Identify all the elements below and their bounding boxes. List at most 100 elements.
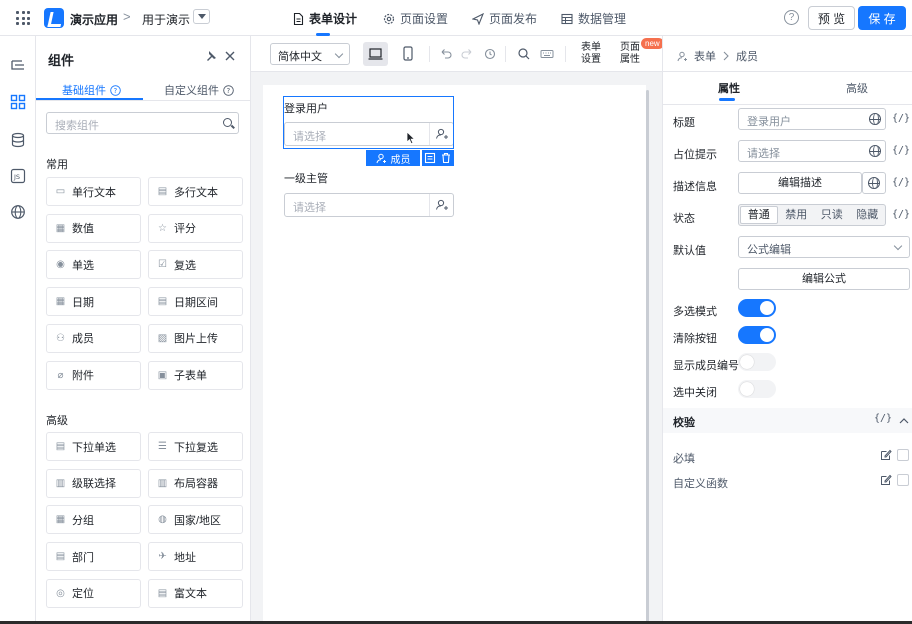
form-canvas[interactable] xyxy=(263,85,646,624)
component-item[interactable]: ⌀ 附件 xyxy=(46,360,141,390)
first-manager-input[interactable]: 请选择 xyxy=(284,193,454,217)
component-item[interactable]: ▤ 部门 xyxy=(46,542,141,572)
close-icon[interactable] xyxy=(225,51,235,61)
page-properties-button[interactable]: 页面 属性 xyxy=(620,42,640,66)
desc-i18n-button[interactable] xyxy=(862,172,886,194)
component-item[interactable]: ▣ 子表单 xyxy=(148,360,243,390)
mobile-icon[interactable] xyxy=(399,45,417,63)
component-item[interactable]: ▤ 日期区间 xyxy=(148,287,243,317)
component-item[interactable]: ◉ 单选 xyxy=(46,250,141,280)
components-icon[interactable] xyxy=(10,94,26,110)
tab-custom-components[interactable]: 自定义组件 ? xyxy=(164,82,234,98)
component-item[interactable]: ⚇ 成员 xyxy=(46,323,141,353)
show-member-id-switch[interactable] xyxy=(738,353,776,371)
component-item[interactable]: ▤ 多行文本 xyxy=(148,177,243,206)
preview-button[interactable]: 预 览 xyxy=(808,6,855,30)
clear-button-switch[interactable] xyxy=(738,326,776,344)
component-item[interactable]: ✈ 地址 xyxy=(148,542,243,572)
state-normal[interactable]: 普通 xyxy=(740,206,778,224)
component-item[interactable]: ▥ 布局容器 xyxy=(148,468,243,498)
left-rail: JS xyxy=(0,36,36,624)
edit-icon[interactable] xyxy=(880,474,892,486)
component-item[interactable]: ▤ 富文本 xyxy=(148,578,243,608)
member-picker-addon[interactable] xyxy=(429,194,453,216)
tab-page-settings[interactable]: 页面设置 xyxy=(383,10,448,27)
app-subtitle[interactable]: 用于演示 xyxy=(142,11,190,28)
tab-form-design[interactable]: 表单设计 xyxy=(293,10,357,27)
tab-data-management[interactable]: 数据管理 xyxy=(561,10,626,27)
component-item[interactable]: ◍ 国家/地区 xyxy=(148,505,243,535)
divider xyxy=(36,100,251,101)
component-search-input[interactable]: 搜索组件 xyxy=(46,112,239,134)
state-disabled[interactable]: 禁用 xyxy=(779,205,815,225)
desktop-view-button[interactable] xyxy=(363,42,388,66)
outline-tree-icon[interactable] xyxy=(10,58,26,74)
chevron-up-icon[interactable] xyxy=(899,417,909,424)
formula-icon[interactable]: {/} xyxy=(892,177,910,188)
edit-description-button[interactable]: 编辑描述 xyxy=(738,172,862,194)
input-placeholder: 请选择 xyxy=(293,202,326,214)
language-select[interactable]: 简体中文 xyxy=(270,43,350,65)
component-item[interactable]: ☆ 评分 xyxy=(148,213,243,243)
keyboard-icon[interactable] xyxy=(538,45,556,63)
redo-icon[interactable] xyxy=(458,45,476,63)
component-label: 单行文本 xyxy=(72,186,116,199)
canvas-scrollbar[interactable] xyxy=(646,90,649,624)
component-item[interactable]: ▦ 数值 xyxy=(46,213,141,243)
multi-select-switch[interactable] xyxy=(738,299,776,317)
component-item[interactable]: ▦ 分组 xyxy=(46,505,141,535)
breadcrumb-form[interactable]: 表单 xyxy=(694,48,716,64)
formula-icon[interactable]: {/} xyxy=(892,145,910,156)
help-icon[interactable]: ? xyxy=(784,10,799,25)
selected-field-type-tag[interactable]: 成员 xyxy=(366,150,420,166)
placeholder-input[interactable]: 请选择 xyxy=(738,140,886,162)
globe-icon[interactable] xyxy=(869,113,881,125)
save-button[interactable]: 保 存 xyxy=(858,6,906,30)
component-label: 图片上传 xyxy=(174,333,218,346)
tab-page-publish[interactable]: 页面发布 xyxy=(472,10,537,27)
copy-icon[interactable] xyxy=(424,152,436,164)
tab-basic-components[interactable]: 基础组件 ? xyxy=(62,82,121,98)
tab-properties[interactable]: 属性 xyxy=(718,80,740,96)
section-label: 常用 xyxy=(46,159,68,171)
component-item[interactable]: ▤ 下拉单选 xyxy=(46,432,141,461)
state-readonly[interactable]: 只读 xyxy=(814,205,850,225)
page-props-line2: 属性 xyxy=(620,54,640,65)
formula-icon[interactable]: {/} xyxy=(874,413,892,424)
app-name[interactable]: 演示应用 xyxy=(70,11,118,28)
edit-icon[interactable] xyxy=(880,449,892,461)
pin-icon[interactable] xyxy=(205,50,217,62)
default-value-select[interactable]: 公式编辑 xyxy=(738,236,910,258)
component-item[interactable]: ◎ 定位 xyxy=(46,578,141,608)
radio-icon: ◉ xyxy=(56,259,65,271)
app-grid-icon[interactable] xyxy=(16,11,30,25)
state-hidden[interactable]: 隐藏 xyxy=(850,205,886,225)
component-item[interactable]: ☑ 复选 xyxy=(148,250,243,280)
component-item[interactable]: ▨ 图片上传 xyxy=(148,323,243,353)
custom-function-checkbox[interactable] xyxy=(897,474,909,486)
component-item[interactable]: ▥ 级联选择 xyxy=(46,468,141,498)
edit-formula-button[interactable]: 编辑公式 xyxy=(738,268,910,290)
component-label: 复选 xyxy=(174,259,196,272)
formula-icon[interactable]: {/} xyxy=(892,209,910,220)
component-item[interactable]: ☰ 下拉复选 xyxy=(148,432,243,461)
undo-icon[interactable] xyxy=(437,45,455,63)
app-switch-dropdown[interactable] xyxy=(193,9,210,24)
title-input[interactable]: 登录用户 xyxy=(738,108,886,130)
required-checkbox[interactable] xyxy=(897,449,909,461)
formula-icon[interactable]: {/} xyxy=(892,113,910,124)
globe-icon[interactable] xyxy=(10,204,26,220)
form-settings-button[interactable]: 表单 设置 xyxy=(581,42,601,66)
tab-advanced[interactable]: 高级 xyxy=(846,80,868,96)
validation-section-header[interactable]: 校验 {/} xyxy=(663,408,912,433)
search-icon[interactable] xyxy=(515,45,533,63)
history-icon[interactable] xyxy=(481,45,499,63)
js-icon[interactable]: JS xyxy=(10,168,26,184)
database-icon[interactable] xyxy=(10,132,26,148)
delete-icon[interactable] xyxy=(440,152,452,164)
title-label: 标题 xyxy=(673,117,695,129)
globe-icon[interactable] xyxy=(869,145,881,157)
component-item[interactable]: ▦ 日期 xyxy=(46,287,141,317)
component-item[interactable]: ▭ 单行文本 xyxy=(46,177,141,206)
close-on-select-switch[interactable] xyxy=(738,380,776,398)
